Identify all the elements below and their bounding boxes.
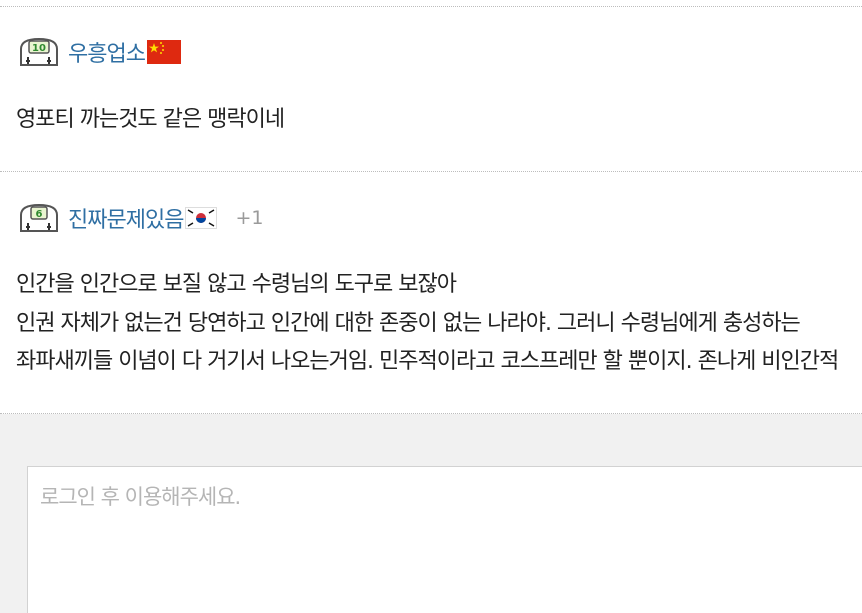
comment-text-line: 인간을 인간으로 보질 않고 수령님의 도구로 보잖아 (16, 272, 457, 297)
divider (0, 171, 862, 172)
comment-placeholder: 로그인 후 이용해주세요. (40, 485, 241, 509)
level-number: 6 (36, 209, 43, 220)
comment-nickname[interactable]: 우흥업소 (68, 36, 146, 68)
level-badge-icon: 6 (20, 203, 58, 232)
comment-text-line: 좌파새끼들 이념이 다 거기서 나오는거임. 민주적이라고 코스프레만 할 뿐이… (16, 349, 839, 374)
korea-flag-icon (185, 207, 218, 229)
comment-nickname[interactable]: 진짜문제있음 (68, 202, 184, 234)
level-badge-icon: 10 (20, 37, 58, 66)
comment-input-area: 로그인 후 이용해주세요. (0, 414, 862, 613)
comment-author-row: 6 진짜문제있음 +1 (16, 201, 263, 235)
comment-author-row: 10 우흥업소 (16, 35, 181, 69)
comment-text-line: 인권 자체가 없는건 당연하고 인간에 대한 존중이 없는 나라야. 그러니 수… (16, 311, 801, 336)
comment-section: 10 우흥업소 영포티 까는것도 같은 맹락이네 6 진짜문제있음 +1 인간을… (0, 0, 862, 613)
vote-count: +1 (235, 207, 264, 229)
comment-text-line: 영포티 까는것도 같은 맹락이네 (16, 107, 285, 132)
comment-textarea[interactable]: 로그인 후 이용해주세요. (27, 466, 862, 613)
china-flag-icon (146, 40, 181, 64)
divider (0, 6, 862, 7)
level-number: 10 (32, 43, 46, 54)
